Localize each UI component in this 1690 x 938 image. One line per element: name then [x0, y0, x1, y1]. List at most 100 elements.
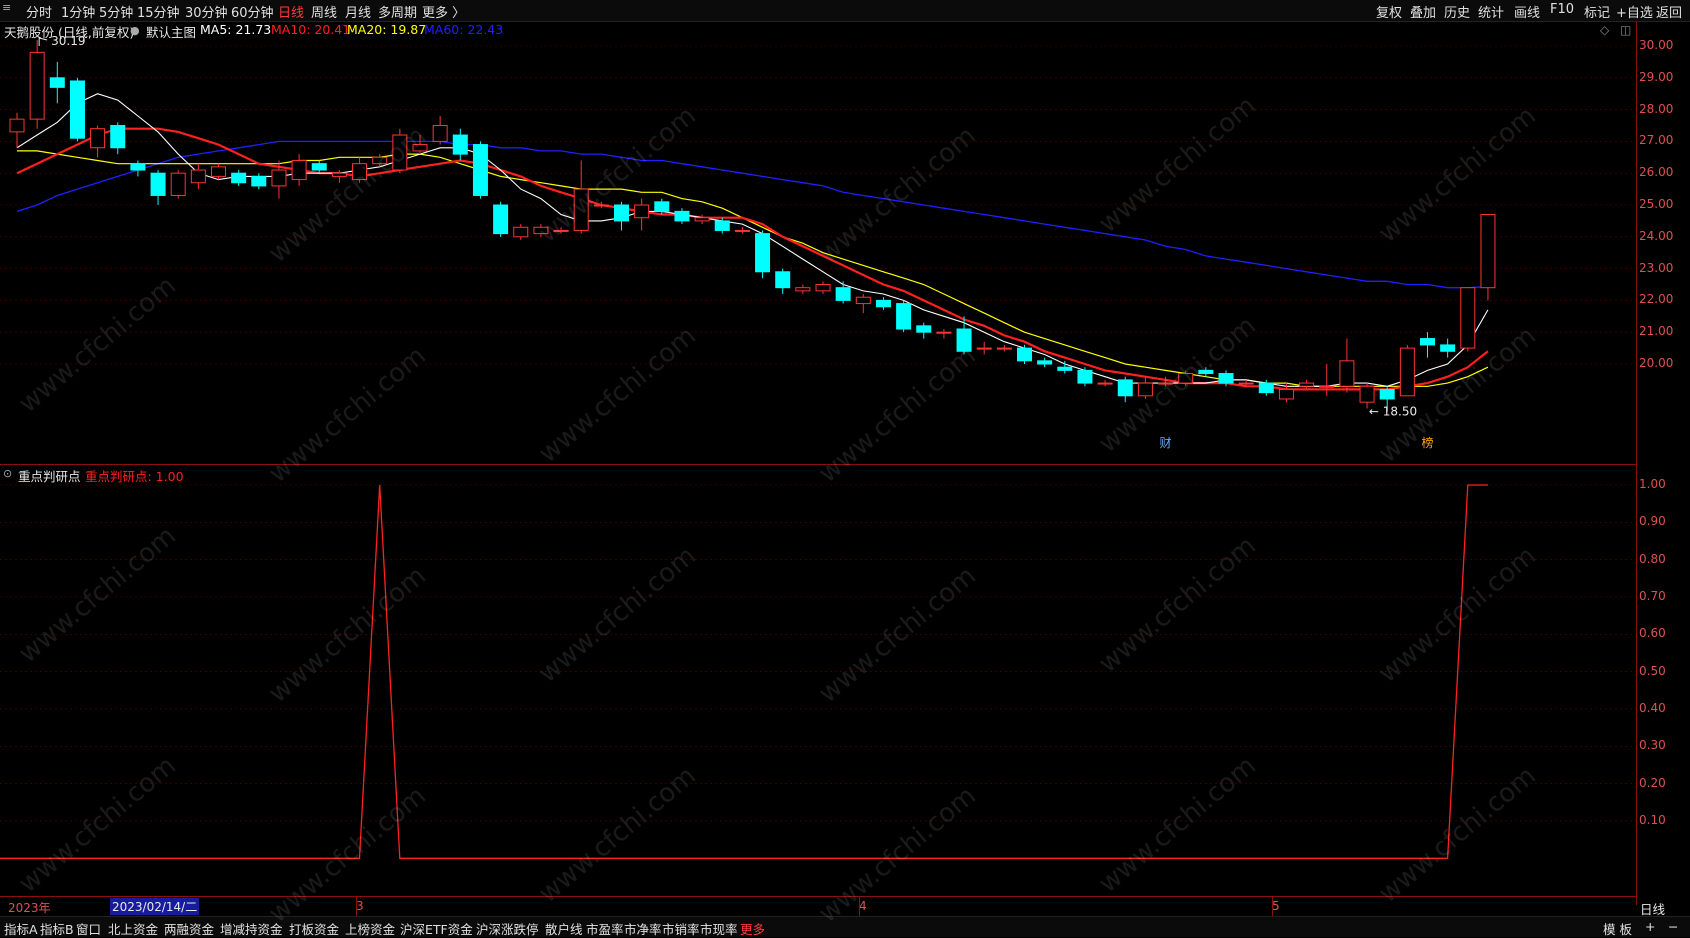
candle-body [533, 226, 549, 235]
indicator-tab[interactable]: 更多 [740, 919, 765, 938]
candle-body [392, 134, 408, 171]
indicator-tab[interactable]: 北上资金 [108, 919, 158, 938]
candle [976, 341, 992, 355]
candle [1097, 379, 1113, 387]
candlestick-svg: 30.19 ← 18.50 财 榜 [0, 34, 1636, 450]
candle-body [432, 125, 448, 142]
candle [211, 163, 226, 180]
candle [291, 154, 307, 186]
indicator-tab[interactable]: 市销率 [662, 919, 700, 938]
price-tick: 21.00 [1639, 324, 1674, 339]
menu-icon[interactable]: ≡ [2, 1, 11, 14]
back-button[interactable]: 返回 [1656, 2, 1682, 21]
stats-button[interactable]: 统计 [1478, 2, 1504, 21]
candle-body [634, 204, 650, 219]
price-axis: 30.00 29.00 28.00 27.00 26.00 25.00 24.00 23.00… [1636, 21, 1690, 905]
tab-multi-period[interactable]: 多周期 [378, 2, 417, 21]
indicator-tab[interactable]: 打板资金 [289, 919, 339, 938]
candle [1117, 376, 1133, 403]
indicator-tab[interactable]: 窗口 [76, 919, 101, 938]
candle [896, 300, 912, 333]
candle-body [815, 284, 831, 292]
signal-line [0, 484, 1488, 859]
candle-body [714, 220, 730, 231]
indicator-tab[interactable]: 上榜资金 [345, 919, 395, 938]
zoom-out-button[interactable]: − [1668, 919, 1678, 934]
price-tick: 23.00 [1639, 260, 1674, 275]
tab-1min[interactable]: 1分钟 [61, 2, 95, 21]
candle [231, 170, 247, 186]
tab-weekly[interactable]: 周线 [311, 2, 337, 21]
candle-body [49, 77, 65, 88]
zoom-in-button[interactable]: + [1645, 919, 1655, 934]
indicator-tick: 1.00 [1639, 477, 1666, 491]
indicator-tab[interactable]: 市现率 [700, 919, 738, 938]
candle-body [29, 51, 45, 120]
candle [573, 160, 589, 234]
candle [432, 115, 448, 145]
candle [1057, 360, 1073, 374]
candle-body [1339, 360, 1355, 387]
tab-monthly[interactable]: 月线 [345, 2, 371, 21]
price-tick: 29.00 [1639, 69, 1674, 84]
indicator-tick: 0.20 [1639, 775, 1666, 790]
candle [110, 122, 126, 155]
indicator-tab[interactable]: 沪深涨跌停 [476, 919, 539, 938]
candle-body [1278, 388, 1294, 400]
tab-fenshi[interactable]: 分时 [26, 2, 52, 21]
indicator-tab[interactable]: 增减持资金 [220, 919, 283, 938]
candle [1017, 344, 1032, 364]
indicator-tab[interactable]: 市盈率 [586, 919, 624, 938]
tab-15min[interactable]: 15分钟 [137, 2, 180, 21]
candlestick-chart[interactable]: 30.19 ← 18.50 财 榜 [0, 21, 1636, 464]
candle-body [1077, 369, 1093, 384]
tab-5min[interactable]: 5分钟 [99, 2, 133, 21]
ma20-line [17, 150, 1489, 387]
candle-body [593, 204, 609, 207]
f10-button[interactable]: F10 [1550, 2, 1574, 17]
indicator-svg [0, 484, 1636, 859]
indicator-tab[interactable]: 指标A [4, 919, 38, 938]
add-watchlist-button[interactable]: +自选 [1616, 2, 1653, 21]
candle [755, 230, 771, 279]
indicator-chart[interactable] [0, 466, 1636, 896]
candle-body [936, 331, 952, 334]
candle-body [1258, 382, 1274, 394]
candle [190, 163, 206, 190]
candle-body [855, 296, 871, 305]
candle-body [1420, 338, 1435, 346]
candle-body [835, 287, 851, 301]
tab-60min[interactable]: 60分钟 [231, 2, 274, 21]
tab-30min[interactable]: 30分钟 [185, 2, 228, 21]
candle-body [311, 163, 327, 171]
template-button[interactable]: 模 板 [1603, 919, 1632, 938]
history-button[interactable]: 历史 [1444, 2, 1470, 21]
fuquan-button[interactable]: 复权 [1376, 2, 1402, 21]
tab-daily[interactable]: 日线 [278, 2, 304, 21]
mark-button[interactable]: 标记 [1584, 2, 1610, 21]
indicator-tab[interactable]: 指标B [40, 919, 74, 938]
candle [1319, 364, 1335, 396]
candle-body [1460, 287, 1476, 349]
candle [1037, 357, 1053, 368]
indicator-tab[interactable]: 沪深ETF资金 [400, 919, 473, 938]
candle-body [573, 188, 589, 231]
panel-divider [0, 464, 1636, 465]
finance-marker: 财 [1160, 436, 1172, 450]
candle-body [513, 226, 529, 238]
price-tick: 22.00 [1639, 292, 1674, 307]
tab-more[interactable]: 更多 〉 [422, 2, 465, 21]
candle [170, 170, 186, 199]
candle-body [90, 128, 106, 149]
indicator-tab[interactable]: 市净率 [624, 919, 662, 938]
overlay-button[interactable]: 叠加 [1410, 2, 1436, 21]
indicator-tab[interactable]: 散户线 [545, 919, 583, 938]
candle-body [352, 163, 368, 181]
candle-body [694, 217, 710, 222]
candle [855, 294, 871, 314]
indicator-tick: 0.50 [1639, 663, 1666, 678]
candle [533, 224, 549, 237]
candle-body [1319, 385, 1335, 388]
indicator-tab[interactable]: 两融资金 [164, 919, 214, 938]
draw-button[interactable]: 画线 [1514, 2, 1540, 21]
